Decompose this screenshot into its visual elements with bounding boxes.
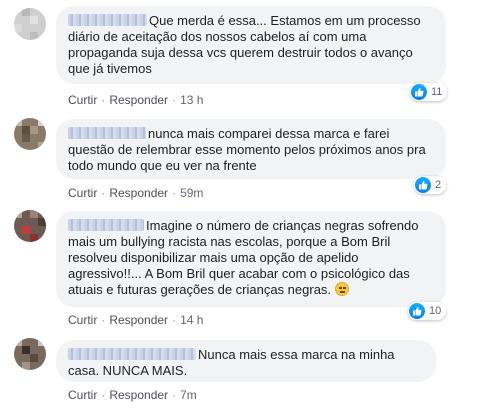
reply-link[interactable]: Responder: [109, 93, 168, 107]
reply-link[interactable]: Responder: [109, 313, 168, 327]
like-thumb-icon: [409, 303, 425, 319]
like-link[interactable]: Curtir: [68, 313, 97, 327]
reaction-count[interactable]: 2: [414, 176, 447, 194]
like-link[interactable]: Curtir: [68, 93, 97, 107]
author-name[interactable]: [68, 219, 144, 231]
avatar[interactable]: [14, 118, 46, 150]
comment-bubble: Nunca mais essa marca na minha casa. NUN…: [56, 340, 436, 382]
comment-bubble: Que merda é essa... Estamos em um proces…: [56, 6, 446, 84]
reaction-count[interactable]: 11: [410, 83, 448, 101]
reaction-number: 10: [429, 305, 442, 317]
timestamp[interactable]: 7m: [180, 388, 197, 402]
comment-actions: Curtir · Responder · 13 h: [68, 93, 204, 107]
timestamp[interactable]: 14 h: [180, 313, 203, 327]
comment-bubble: Imagine o número de crianças negras sofr…: [56, 211, 446, 307]
comment-bubble: nunca mais comparei dessa marca e farei …: [56, 119, 446, 179]
avatar[interactable]: [14, 8, 46, 40]
like-link[interactable]: Curtir: [68, 186, 97, 200]
avatar[interactable]: [14, 210, 46, 242]
timestamp[interactable]: 13 h: [180, 93, 203, 107]
comment-actions: Curtir · Responder · 59m: [68, 186, 204, 200]
reaction-count[interactable]: 10: [408, 302, 447, 320]
reaction-number: 11: [431, 86, 443, 98]
reaction-number: 2: [435, 179, 442, 191]
grimacing-face-emoji: [335, 282, 350, 296]
like-link[interactable]: Curtir: [68, 388, 97, 402]
author-name[interactable]: [68, 127, 146, 139]
like-thumb-icon: [411, 84, 427, 100]
author-name[interactable]: [68, 348, 196, 360]
author-name[interactable]: [68, 14, 147, 26]
like-thumb-icon: [415, 177, 431, 193]
timestamp[interactable]: 59m: [180, 186, 203, 200]
avatar[interactable]: [14, 338, 46, 370]
reply-link[interactable]: Responder: [109, 186, 168, 200]
comment-actions: Curtir · Responder · 14 h: [68, 313, 204, 327]
comment-actions: Curtir · Responder · 7m: [68, 388, 197, 402]
reply-link[interactable]: Responder: [109, 388, 168, 402]
